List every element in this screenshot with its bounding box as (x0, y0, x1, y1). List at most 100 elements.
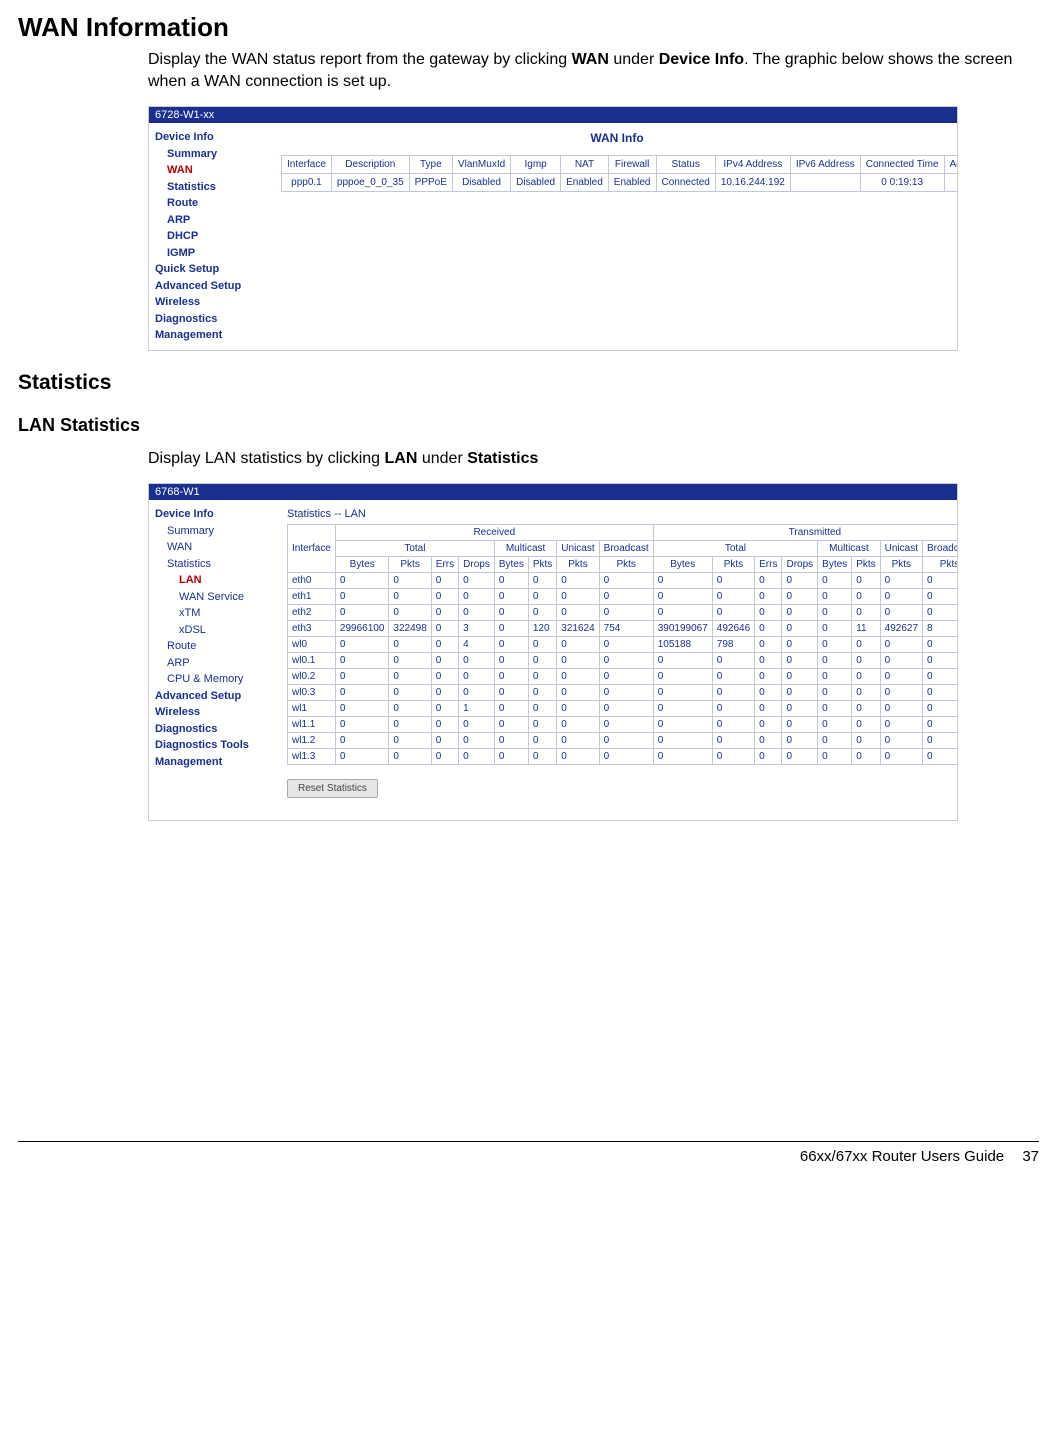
wan-content-title: WAN Info (281, 131, 953, 145)
cell-interface: wl1.2 (288, 733, 336, 749)
sidebar-item[interactable]: Statistics (153, 179, 273, 196)
sidebar-item[interactable]: LAN (153, 572, 273, 589)
cell: 0 (494, 717, 528, 733)
col-transmitted: Transmitted (653, 525, 957, 541)
sidebar-item[interactable]: Summary (153, 523, 273, 540)
cell: 0 (923, 701, 957, 717)
sub-col-header: Pkts (923, 557, 957, 573)
sidebar-item[interactable]: Statistics (153, 556, 273, 573)
sidebar-item[interactable]: Wireless (153, 294, 273, 311)
heading-statistics: Statistics (18, 371, 1039, 395)
cell: 0 (852, 589, 880, 605)
cell: 0 (459, 653, 495, 669)
cell: 390199067 (653, 621, 712, 637)
sidebar-item[interactable]: Wireless (153, 704, 273, 721)
cell: ppp0.1 (282, 174, 332, 192)
sidebar-item[interactable]: xDSL (153, 622, 273, 639)
sidebar-item[interactable]: Management (153, 754, 273, 771)
cell: 0 (459, 589, 495, 605)
sidebar-item[interactable]: ARP (153, 655, 273, 672)
sidebar-item[interactable]: Diagnostics (153, 721, 273, 738)
cell: 3 (459, 621, 495, 637)
cell: 0 (389, 637, 431, 653)
cell: 0 (923, 637, 957, 653)
cell: 0 (782, 637, 818, 653)
cell-interface: eth0 (288, 573, 336, 589)
cell: 0 (782, 749, 818, 765)
cell: 0 (653, 653, 712, 669)
footer-title: 66xx/67xx Router Users Guide (800, 1148, 1004, 1165)
cell: 0 (389, 749, 431, 765)
sidebar-item[interactable]: WAN Service (153, 589, 273, 606)
sub-col-header: Drops (782, 557, 818, 573)
sub-col-header: Pkts (880, 557, 922, 573)
cell: 0 (557, 749, 599, 765)
page-footer: 66xx/67xx Router Users Guide 37 (18, 1141, 1039, 1165)
cell: 0 (494, 685, 528, 701)
cell: 0 (818, 685, 852, 701)
sidebar-item[interactable]: WAN (153, 539, 273, 556)
cell: 0 (431, 653, 458, 669)
cell-interface: eth3 (288, 621, 336, 637)
cell: Disabled (511, 174, 561, 192)
sidebar-item[interactable]: ARP (153, 212, 273, 229)
cell: 492646 (712, 621, 754, 637)
sidebar-item[interactable]: xTM (153, 605, 273, 622)
sidebar-item[interactable]: Route (153, 638, 273, 655)
table-row: wl10001000000000000 (288, 701, 958, 717)
cell: 1 (459, 701, 495, 717)
cell: 105188 (653, 637, 712, 653)
cell: 0 (494, 589, 528, 605)
cell: 0 (818, 669, 852, 685)
cell: 0 (712, 573, 754, 589)
sidebar-item[interactable]: Diagnostics Tools (153, 737, 273, 754)
cell: 0 (528, 605, 556, 621)
cell: 0 (528, 701, 556, 717)
cell: 0 (599, 605, 653, 621)
sidebar-item[interactable]: WAN (153, 162, 273, 179)
sidebar-item[interactable]: Advanced Setup (153, 688, 273, 705)
cell: 0 (782, 605, 818, 621)
cell: 0 (335, 701, 389, 717)
cell: 321624 (557, 621, 599, 637)
txt-bold: Device Info (659, 51, 744, 68)
sidebar-item[interactable]: Quick Setup (153, 261, 273, 278)
cell: 0 (818, 701, 852, 717)
cell: 0 (431, 733, 458, 749)
sidebar-item[interactable]: Route (153, 195, 273, 212)
txt: Display the WAN status report from the g… (148, 51, 572, 68)
col-header: IPv6 Address (790, 156, 860, 174)
txt: under (417, 450, 467, 467)
cell: 0 (528, 637, 556, 653)
cell: 0 (755, 749, 782, 765)
cell: 0 (653, 605, 712, 621)
cell: 0 (599, 749, 653, 765)
table-row: eth3299661003224980301203216247543901990… (288, 621, 958, 637)
sidebar-item[interactable]: Diagnostics (153, 311, 273, 328)
cell-interface: wl1.3 (288, 749, 336, 765)
sidebar-item[interactable]: Management (153, 327, 273, 344)
cell: 0 (653, 573, 712, 589)
sidebar-item[interactable]: IGMP (153, 245, 273, 262)
sidebar-item[interactable]: Summary (153, 146, 273, 163)
sidebar-item[interactable]: Device Info (153, 129, 273, 146)
cell: 0 (431, 669, 458, 685)
sidebar-item[interactable]: Advanced Setup (153, 278, 273, 295)
cell: Connected (656, 174, 715, 192)
cell: 0 (712, 589, 754, 605)
reset-statistics-button[interactable]: Reset Statistics (287, 779, 378, 798)
col-unicast: Unicast (557, 541, 599, 557)
cell: 0 (755, 669, 782, 685)
sidebar-item[interactable]: DHCP (153, 228, 273, 245)
cell: 8 (923, 621, 957, 637)
col-header: Status (656, 156, 715, 174)
cell: 0 (755, 653, 782, 669)
col-multicast: Multicast (494, 541, 556, 557)
cell (790, 174, 860, 192)
cell: 0 (335, 749, 389, 765)
sub-col-header: Pkts (712, 557, 754, 573)
cell: 0 (755, 733, 782, 749)
cell: 0 (389, 685, 431, 701)
sidebar-item[interactable]: CPU & Memory (153, 671, 273, 688)
sidebar-item[interactable]: Device Info (153, 506, 273, 523)
